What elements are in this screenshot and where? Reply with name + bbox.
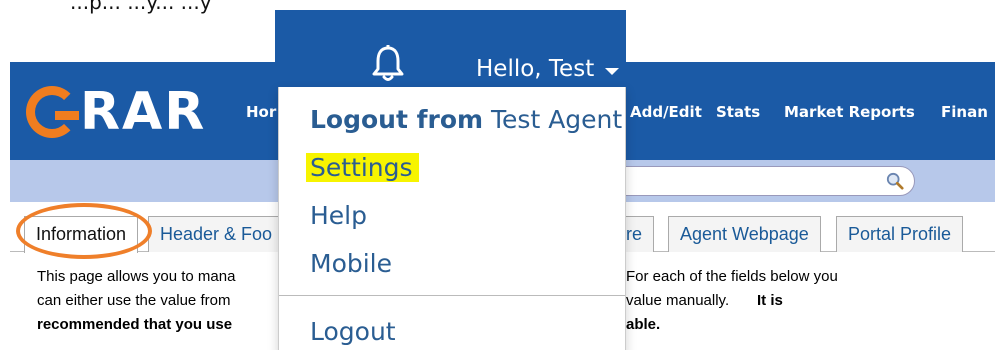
menu-item-logout-from[interactable]: Logout from Test Agent xyxy=(310,105,622,134)
menu-item-settings[interactable]: Settings xyxy=(306,153,419,182)
desc-line2-start: can either use the value from xyxy=(37,292,231,309)
desc-line1-end: For each of the fields below you xyxy=(626,268,838,285)
tab-header-footer[interactable]: Header & Foo xyxy=(148,216,285,252)
logo-g-icon xyxy=(26,86,79,138)
nav-item-stats[interactable]: Stats xyxy=(716,103,760,121)
nav-item-add-edit[interactable]: Add/Edit xyxy=(630,103,702,121)
settings-label: Settings xyxy=(306,153,419,182)
desc-line2-end: value manually. xyxy=(626,292,730,309)
grar-logo[interactable]: RAR xyxy=(26,82,206,142)
caret-down-icon[interactable] xyxy=(605,68,619,75)
nav-item-market-reports[interactable]: Market Reports xyxy=(784,103,915,121)
menu-item-mobile[interactable]: Mobile xyxy=(310,249,392,278)
desc-line3-start: recommended that you use xyxy=(37,316,233,333)
menu-item-logout[interactable]: Logout xyxy=(310,317,396,346)
user-dropdown-menu: Logout from Test Agent Settings Help Mob… xyxy=(278,87,626,350)
tab-agent-webpage[interactable]: Agent Webpage xyxy=(668,216,821,252)
desc-line1-start: This page allows you to mana xyxy=(37,268,236,285)
logout-from-label: Logout from xyxy=(310,105,484,134)
menu-item-help[interactable]: Help xyxy=(310,201,367,230)
user-menu-header: Hello, Test xyxy=(275,10,626,90)
logo-text: RAR xyxy=(80,82,207,142)
tab-portal-profile[interactable]: Portal Profile xyxy=(836,216,964,252)
user-greeting[interactable]: Hello, Test xyxy=(476,56,594,82)
desc-line3-end: able. xyxy=(626,316,661,333)
nav-item-home[interactable]: Hor xyxy=(246,103,276,121)
search-icon[interactable] xyxy=(886,172,904,190)
nav-item-finance[interactable]: Finan xyxy=(941,103,988,121)
highlight-ring-annotation xyxy=(16,203,152,259)
bell-icon[interactable] xyxy=(371,44,405,84)
instruction-text: ...p... ...y... ...y xyxy=(70,0,212,14)
logout-from-agent-name: Test Agent xyxy=(491,105,623,134)
desc-line2-bold: It is xyxy=(757,292,783,309)
menu-divider xyxy=(279,295,625,296)
